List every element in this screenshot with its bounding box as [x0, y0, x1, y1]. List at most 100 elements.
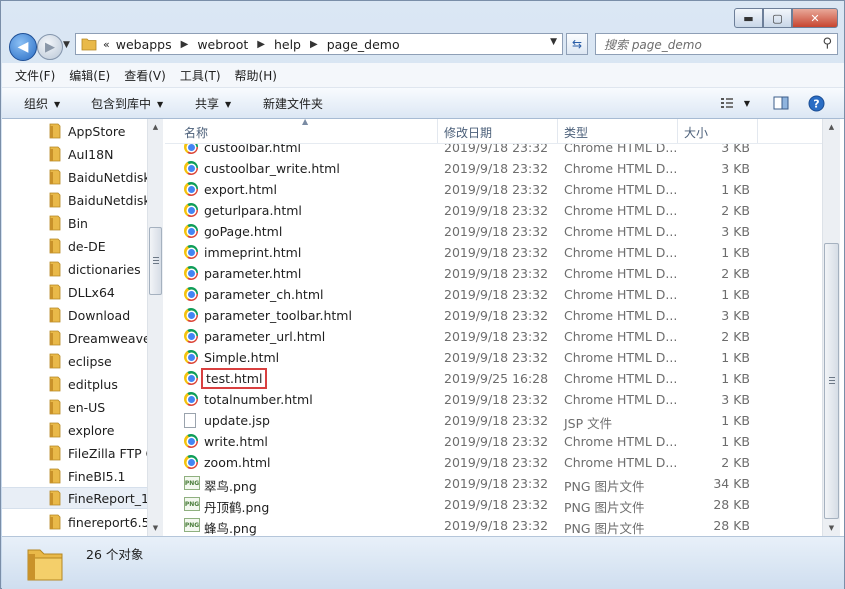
column-size[interactable]: 大小	[684, 124, 708, 141]
chrome-icon	[184, 329, 198, 343]
menu-tools[interactable]: 工具(T)	[173, 67, 228, 84]
sidebar-item-explore[interactable]: explore	[2, 419, 147, 441]
explorer-window: ▬ ▢ ✕ ◀ ▶ ▼ « webapps ▶ webroot ▶ help ▶…	[0, 0, 845, 589]
preview-pane-button[interactable]	[770, 93, 792, 113]
menu-view[interactable]: 查看(V)	[117, 67, 173, 84]
breadcrumb-item[interactable]: webroot	[197, 37, 248, 52]
column-date[interactable]: 修改日期	[444, 124, 492, 141]
file-row[interactable]: geturlpara.html 2019/9/18 23:32 Chrome HTM…	[165, 200, 822, 221]
sidebar-item-dllx64[interactable]: DLLx64	[2, 281, 147, 303]
refresh-button[interactable]: ⇆	[566, 33, 588, 55]
sidebar-item-baidunetdisk-2[interactable]: BaiduNetdisk	[2, 189, 147, 211]
maximize-icon[interactable]: ▢	[763, 8, 792, 28]
file-row[interactable]: Simple.html 2019/9/18 23:32 Chrome HTML D.…	[165, 347, 822, 368]
sidebar-item-en-us[interactable]: en-US	[2, 396, 147, 418]
chevron-right-icon[interactable]: ▶	[310, 39, 318, 50]
sidebar-item-download[interactable]: Download	[2, 304, 147, 326]
file-row[interactable]: test.html 2019/9/25 16:28 Chrome HTML D...…	[165, 368, 822, 389]
sidebar-item-filezilla[interactable]: FileZilla FTP C	[2, 442, 147, 464]
sidebar-item-finebi[interactable]: FineBI5.1	[2, 465, 147, 487]
sidebar-item-dreamweaver[interactable]: Dreamweaver	[2, 327, 147, 349]
scroll-up-icon[interactable]: ▲	[823, 119, 840, 135]
file-row[interactable]: write.html 2019/9/18 23:32 Chrome HTML D..…	[165, 431, 822, 452]
file-date: 2019/9/18 23:32	[444, 182, 549, 197]
file-row[interactable]: custoolbar_write.html 2019/9/18 23:32 Chro…	[165, 158, 822, 179]
chevron-down-icon[interactable]: ▼	[550, 37, 557, 47]
sidebar-item-finereport10[interactable]: FineReport_10	[2, 487, 147, 509]
folder-icon	[49, 215, 61, 231]
file-row[interactable]: PNG 丹顶鹤.png 2019/9/18 23:32 PNG 图片文件 28 KB	[165, 494, 822, 515]
recent-pages-dropdown[interactable]: ▼	[63, 40, 70, 50]
scrollbar-thumb[interactable]	[149, 227, 162, 295]
sidebar-item-appstore[interactable]: AppStore	[2, 120, 147, 142]
chevron-right-icon[interactable]: ▶	[257, 39, 265, 50]
column-divider[interactable]	[757, 119, 758, 143]
file-type: Chrome HTML D...	[564, 308, 678, 323]
column-divider[interactable]	[677, 119, 678, 143]
breadcrumb-item[interactable]: webapps	[116, 37, 172, 52]
jsp-file-icon	[184, 413, 196, 428]
column-type[interactable]: 类型	[564, 124, 588, 141]
scrollbar-thumb[interactable]	[824, 243, 839, 519]
file-row[interactable]: parameter_ch.html 2019/9/18 23:32 Chrome H…	[165, 284, 822, 305]
sidebar-item-aui18n[interactable]: AuI18N	[2, 143, 147, 165]
scroll-down-icon[interactable]: ▼	[148, 520, 163, 536]
sidebar-item-editplus[interactable]: editplus	[2, 373, 147, 395]
file-row[interactable]: update.jsp 2019/9/18 23:32 JSP 文件 1 KB	[165, 410, 822, 431]
sidebar-item-bin[interactable]: Bin	[2, 212, 147, 234]
chevron-right-icon[interactable]: ▶	[181, 39, 189, 50]
file-row[interactable]: parameter_url.html 2019/9/18 23:32 Chrome …	[165, 326, 822, 347]
file-date: 2019/9/18 23:32	[444, 203, 549, 218]
search-box: ⚲	[595, 33, 838, 55]
sidebar-item-label: BaiduNetdisk	[68, 169, 147, 185]
scroll-down-icon[interactable]: ▼	[823, 520, 840, 536]
minimize-icon[interactable]: ▬	[734, 8, 763, 28]
new-folder-button[interactable]: 新建文件夹	[263, 95, 323, 112]
sidebar-item-dictionaries[interactable]: dictionaries	[2, 258, 147, 280]
file-row[interactable]: PNG 蜂鸟.png 2019/9/18 23:32 PNG 图片文件 28 KB	[165, 515, 822, 536]
file-row[interactable]: PNG 翠鸟.png 2019/9/18 23:32 PNG 图片文件 34 KB	[165, 473, 822, 494]
search-icon[interactable]: ⚲	[822, 36, 832, 51]
forward-button[interactable]: ▶	[37, 34, 63, 60]
file-row[interactable]: export.html 2019/9/18 23:32 Chrome HTML D.…	[165, 179, 822, 200]
menu-help[interactable]: 帮助(H)	[228, 67, 284, 84]
column-divider[interactable]	[557, 119, 558, 143]
share-button[interactable]: 共享 ▼	[195, 95, 231, 112]
back-button[interactable]: ◀	[9, 33, 37, 61]
file-row[interactable]: goPage.html 2019/9/18 23:32 Chrome HTML D.…	[165, 221, 822, 242]
breadcrumb-item[interactable]: help	[274, 37, 301, 52]
sidebar-item-de-de[interactable]: de-DE	[2, 235, 147, 257]
file-size: 1 KB	[721, 245, 750, 260]
organize-button[interactable]: 组织 ▼	[24, 95, 60, 112]
menu-edit[interactable]: 编辑(E)	[62, 67, 117, 84]
breadcrumb-item[interactable]: page_demo	[327, 37, 400, 52]
column-name[interactable]: 名称	[184, 124, 208, 141]
menu-file[interactable]: 文件(F)	[2, 67, 62, 84]
preview-pane-icon	[773, 96, 789, 110]
file-row[interactable]: parameter.html 2019/9/18 23:32 Chrome HTML…	[165, 263, 822, 284]
close-icon[interactable]: ✕	[792, 8, 838, 28]
folder-icon	[49, 376, 61, 392]
file-row[interactable]: parameter_toolbar.html 2019/9/18 23:32 Chr…	[165, 305, 822, 326]
sidebar-item-baidunetdisk[interactable]: BaiduNetdisk	[2, 166, 147, 188]
file-row[interactable]: zoom.html 2019/9/18 23:32 Chrome HTML D...…	[165, 452, 822, 473]
include-in-library-button[interactable]: 包含到库中 ▼	[91, 95, 163, 112]
sidebar-item-eclipse[interactable]: eclipse	[2, 350, 147, 372]
help-icon: ?	[808, 95, 824, 111]
search-input[interactable]	[602, 36, 816, 54]
file-size: 1 KB	[721, 413, 750, 428]
file-list-scrollbar[interactable]: ▲ ▼	[822, 119, 840, 536]
item-count: 26 个对象	[86, 547, 144, 562]
navigation-scrollbar[interactable]: ▲ ▼	[147, 119, 163, 536]
column-divider[interactable]	[437, 119, 438, 143]
address-bar[interactable]: « webapps ▶ webroot ▶ help ▶ page_demo ▼	[75, 33, 563, 55]
file-row[interactable]: immeprint.html 2019/9/18 23:32 Chrome HTML…	[165, 242, 822, 263]
help-button[interactable]: ?	[805, 93, 827, 113]
folder-icon	[49, 169, 61, 185]
scroll-up-icon[interactable]: ▲	[148, 119, 163, 135]
file-row[interactable]: totalnumber.html 2019/9/18 23:32 Chrome HT…	[165, 389, 822, 410]
view-options-button[interactable]: ▼	[716, 93, 754, 113]
sidebar-item-finereport65[interactable]: finereport6.5	[2, 511, 147, 533]
breadcrumb-overflow[interactable]: «	[103, 38, 110, 51]
file-type: PNG 图片文件	[564, 500, 645, 515]
